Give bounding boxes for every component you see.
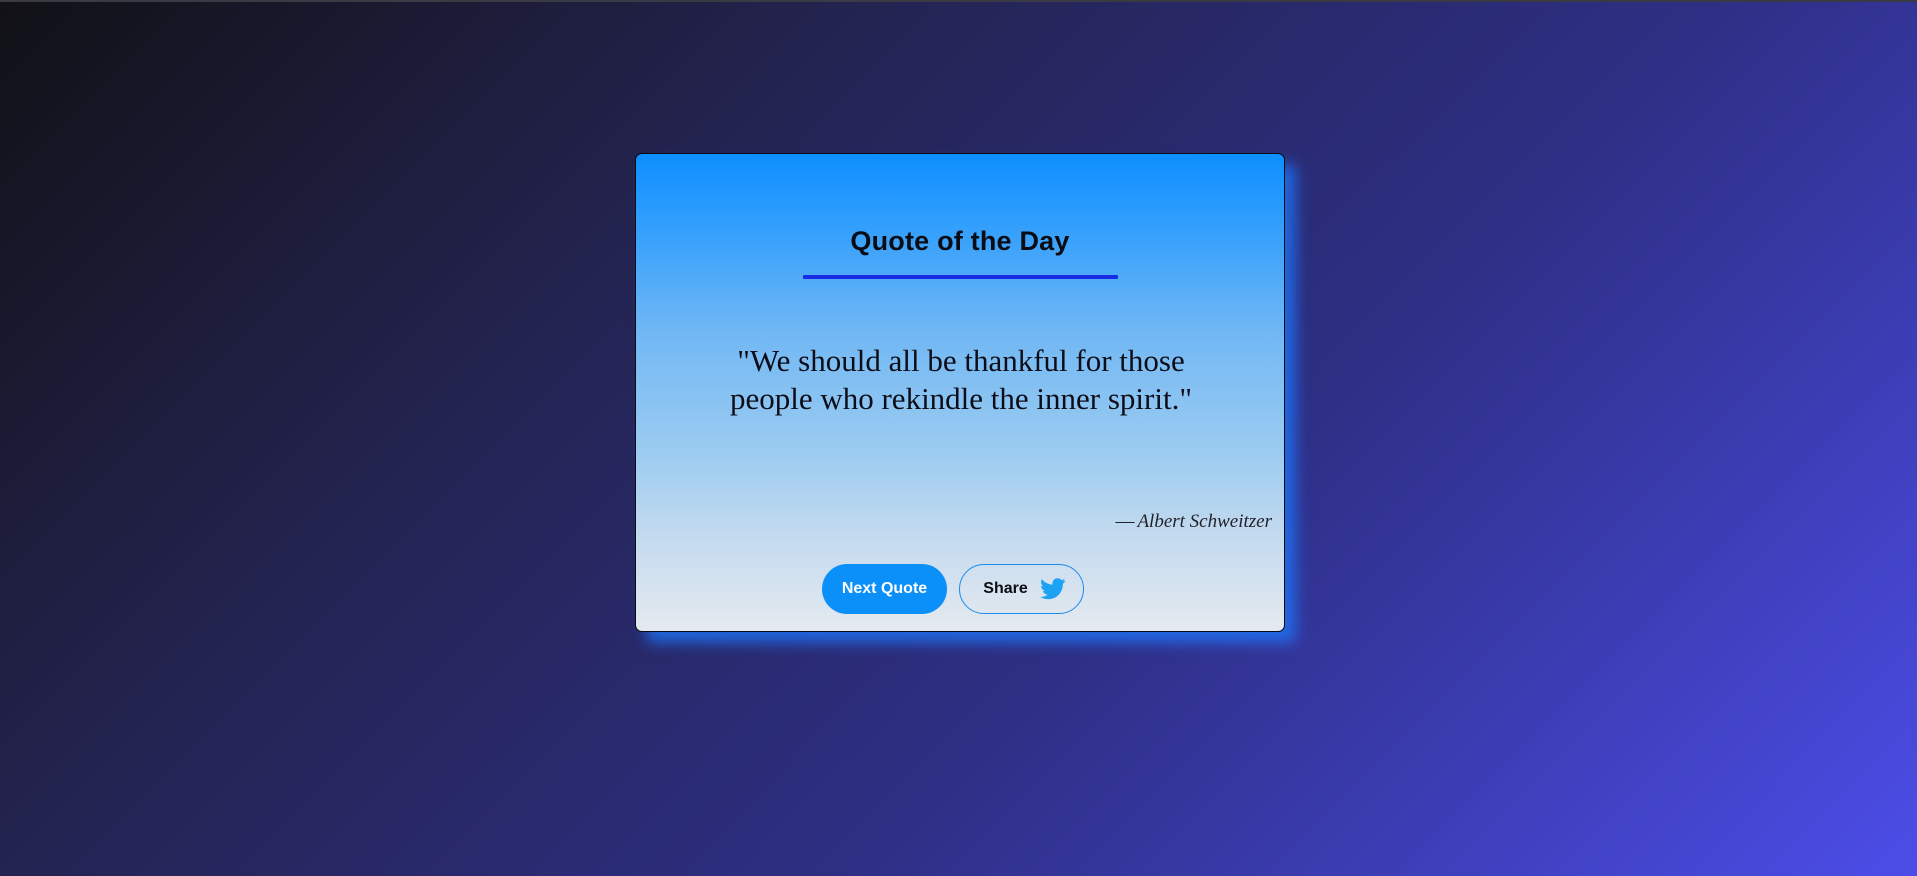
next-quote-button[interactable]: Next Quote [822, 564, 947, 614]
share-button[interactable]: Share [959, 564, 1084, 614]
share-label: Share [983, 580, 1028, 597]
button-row: Next Quote Share [636, 564, 1284, 614]
quote-card: Quote of the Day "We should all be thank… [635, 153, 1285, 632]
author-name: Albert Schweitzer [1137, 511, 1272, 532]
twitter-icon [1039, 578, 1066, 600]
author-line: — Albert Schweitzer [1115, 511, 1272, 533]
next-quote-label: Next Quote [841, 580, 928, 597]
quote-text: "We should all be thankful for those peo… [729, 343, 1193, 416]
top-border [0, 0, 1917, 2]
card-title: Quote of the Day [850, 226, 1070, 256]
author-dash: — [1115, 511, 1135, 532]
title-underline [803, 275, 1118, 279]
